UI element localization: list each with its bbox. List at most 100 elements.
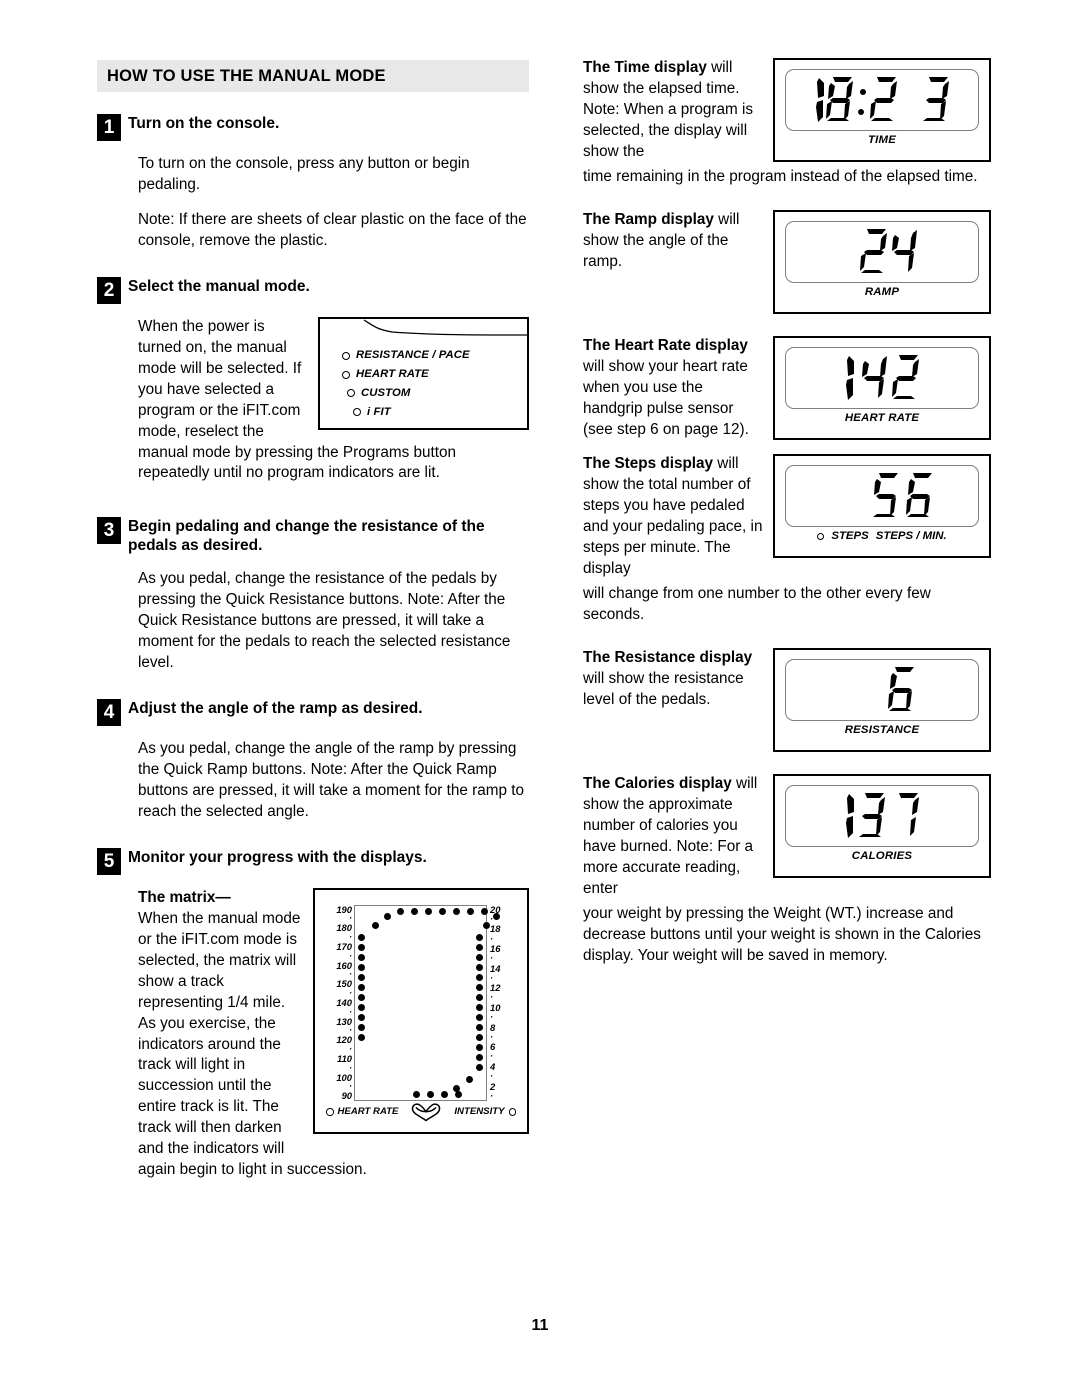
steps-display-labels: STEPS STEPS / MIN. xyxy=(785,530,979,542)
axis-tick: 16 xyxy=(490,943,501,955)
indicator-label: CUSTOM xyxy=(361,386,411,399)
time-display-figure: TIME xyxy=(773,58,991,162)
indicator-circle-icon xyxy=(353,408,361,417)
resistance-value-segments xyxy=(888,667,914,712)
heart-rate-display-title: The Heart Rate display xyxy=(583,336,748,354)
axis-tick: 20 xyxy=(490,903,501,915)
steps-indicator-circle-icon xyxy=(817,532,825,540)
steps-display-text: The Steps display will show the total nu… xyxy=(583,454,765,580)
track-dot xyxy=(358,943,365,951)
track-dot xyxy=(453,907,460,915)
steps-display: STEPS STEPS / MIN. xyxy=(773,454,991,559)
step-1-badge: 1 xyxy=(97,114,121,141)
step-1-para-1: To turn on the console, press any button… xyxy=(138,155,470,193)
matrix-track xyxy=(354,904,500,1101)
step-5-body: 190 · 180 · 170 · 160 · 150 · 140 · 130 … xyxy=(138,887,529,1181)
track-dot xyxy=(481,907,488,915)
ramp-value-segments xyxy=(860,228,917,273)
steps-display-title-rest: will show the total number of steps you … xyxy=(583,455,763,578)
step-5-title: Monitor your progress with the displays. xyxy=(128,848,427,866)
display-block-steps: STEPS STEPS / MIN. The Steps display wil… xyxy=(583,454,991,626)
matrix-heart-rate-axis: 190 · 180 · 170 · 160 · 150 · 140 · 130 … xyxy=(322,904,352,1101)
track-dot xyxy=(467,907,474,915)
axis-tick: · xyxy=(490,1090,493,1101)
calories-display: CALORIES xyxy=(773,774,991,879)
heart-icon xyxy=(412,1103,441,1122)
track-dot xyxy=(358,973,365,981)
heart-rate-display-text: The Heart Rate display will show your he… xyxy=(583,336,765,441)
manual-page: HOW TO USE THE MANUAL MODE 1 Turn on the… xyxy=(0,0,1080,1397)
heart-rate-display: HEART RATE xyxy=(773,335,991,440)
step-1: 1 Turn on the console. To turn on the co… xyxy=(97,114,529,252)
display-block-calories: CALORIES The Calories display will show … xyxy=(583,774,991,967)
matrix-footer-right-label: INTENSITY xyxy=(454,1106,505,1118)
indicator-circle-icon xyxy=(508,1108,516,1116)
step-2: 2 Select the manual mode. RESISTANCE / P… xyxy=(97,276,529,485)
step-1-head: 1 Turn on the console. xyxy=(97,114,529,141)
track-dot xyxy=(476,1033,483,1041)
axis-tick: · xyxy=(490,953,493,964)
track-dot xyxy=(413,1090,420,1098)
axis-tick: 4 xyxy=(490,1061,496,1073)
indicator-custom: CUSTOM xyxy=(320,386,527,401)
track-dot xyxy=(455,1090,462,1098)
display-block-ramp: RAMP The Ramp display will show the angl… xyxy=(583,209,991,314)
track-dot xyxy=(476,1063,483,1071)
display-block-time: TIME The Time display will show the elap… xyxy=(583,58,991,188)
ramp-display-text: The Ramp display will show the angle of … xyxy=(583,210,765,273)
track-dot xyxy=(358,953,365,961)
console-panel-figure: RESISTANCE / PACE HEART RATE CUSTOM i FI… xyxy=(318,316,529,430)
resistance-lcd xyxy=(785,659,979,722)
indicator-circle-icon xyxy=(347,389,355,398)
step-4-head: 4 Adjust the angle of the ramp as desire… xyxy=(97,699,529,727)
axis-tick: 10 xyxy=(490,1002,501,1014)
step-3-para-1: As you pedal, change the resistance of t… xyxy=(138,570,511,672)
time-value-segments xyxy=(816,77,949,122)
track-dot xyxy=(358,1033,365,1041)
resistance-display-figure: RESISTANCE xyxy=(773,648,991,753)
step-2-title: Select the manual mode. xyxy=(128,277,310,295)
calories-value-segments xyxy=(846,793,919,839)
matrix-display: 190 · 180 · 170 · 160 · 150 · 140 · 130 … xyxy=(313,887,529,1134)
axis-tick: 8 xyxy=(490,1021,496,1033)
resistance-display-text: The Resistance display will show the res… xyxy=(583,648,765,711)
time-display-label: TIME xyxy=(867,134,896,146)
track-dot xyxy=(358,1013,365,1021)
display-block-heart-rate: HEART RATE The Heart Rate display will s… xyxy=(583,335,991,441)
matrix-intensity-axis: 20 · 18 · 16 · 14 · 12 · 10 · 8 · 6 · 4 … xyxy=(490,903,520,1101)
indicator-circle-icon xyxy=(342,370,350,379)
calories-display-label: CALORIES xyxy=(851,850,913,863)
step-1-title: Turn on the console. xyxy=(128,115,280,132)
steps-lcd xyxy=(785,465,979,528)
axis-tick: 18 xyxy=(490,923,501,935)
indicator-circle-icon xyxy=(342,351,350,360)
step-5: 5 Monitor your progress with the display… xyxy=(97,847,529,1181)
track-dot xyxy=(476,1043,483,1051)
right-column: TIME The Time display will show the elap… xyxy=(583,58,991,967)
step-2-badge: 2 xyxy=(97,276,121,304)
time-lcd xyxy=(785,69,979,131)
steps-display-title: The Steps display xyxy=(583,455,714,473)
time-display-text: The Time display will show the elapsed t… xyxy=(583,58,765,163)
track-dot xyxy=(476,983,483,991)
track-dot xyxy=(358,983,365,991)
steps-per-min-label: STEPS / MIN. xyxy=(875,530,947,543)
step-3-head: 3 Begin pedaling and change the resistan… xyxy=(97,517,529,556)
heart-rate-display-title-rest: will show your heart rate when you use t… xyxy=(583,357,749,438)
track-dot xyxy=(427,1090,434,1098)
resistance-display-title: The Resistance display xyxy=(583,649,753,667)
heart-rate-display-label: HEART RATE xyxy=(844,411,920,424)
matrix-footer-left-label: HEART RATE xyxy=(337,1106,399,1118)
step-4-title: Adjust the angle of the ramp as desired. xyxy=(128,700,423,718)
track-dot xyxy=(476,933,483,941)
calories-display-figure: CALORIES xyxy=(773,774,991,879)
track-dot xyxy=(476,943,483,951)
axis-tick: · xyxy=(490,1071,493,1082)
track-dot xyxy=(476,963,483,971)
matrix-figure: 190 · 180 · 170 · 160 · 150 · 140 · 130 … xyxy=(313,887,529,1134)
indicator-label: HEART RATE xyxy=(356,367,429,380)
steps-display-figure: STEPS STEPS / MIN. xyxy=(773,454,991,559)
calories-display-overflow: your weight by pressing the Weight (WT.)… xyxy=(583,904,981,964)
track-dot xyxy=(425,907,432,915)
indicator-circle-icon xyxy=(326,1108,334,1116)
